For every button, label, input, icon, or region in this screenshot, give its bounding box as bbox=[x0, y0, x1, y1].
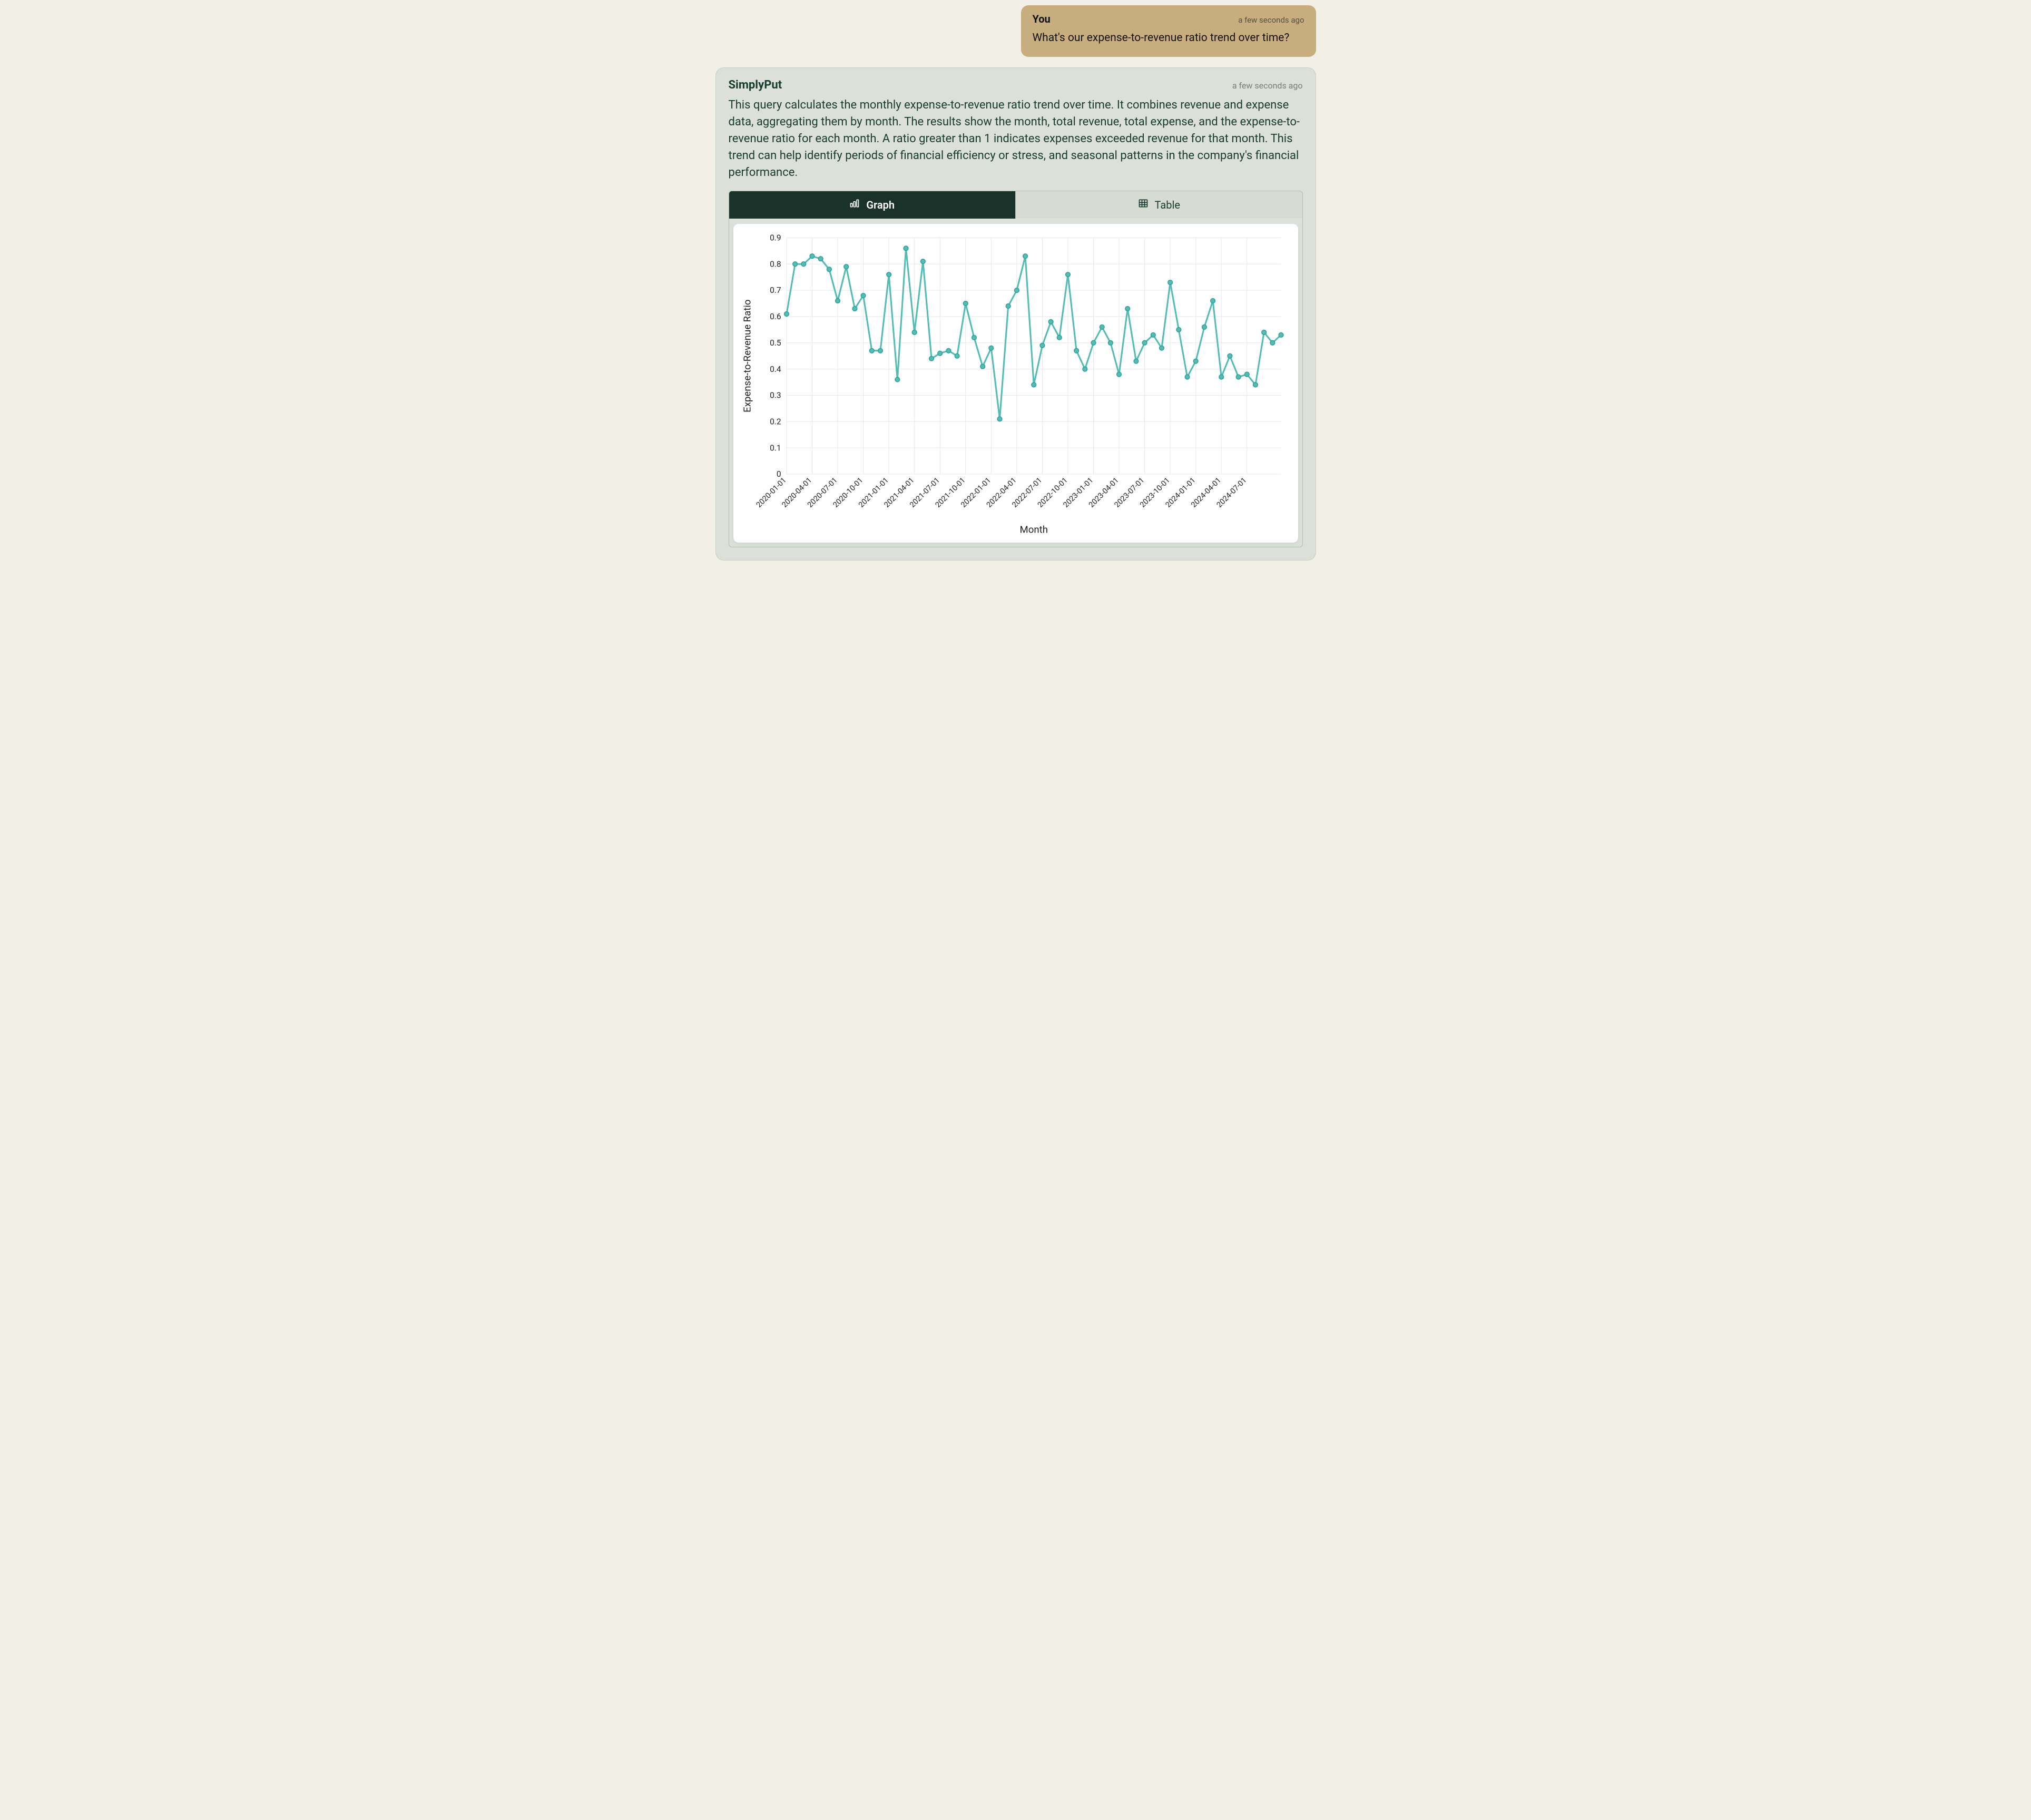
assistant-author: SimplyPut bbox=[729, 78, 782, 92]
user-timestamp: a few seconds ago bbox=[1238, 15, 1304, 25]
user-message-text: What's our expense-to-revenue ratio tren… bbox=[1033, 31, 1304, 45]
svg-text:0.6: 0.6 bbox=[770, 312, 781, 321]
svg-text:Month: Month bbox=[1019, 524, 1047, 535]
svg-text:Expense-to-Revenue Ratio: Expense-to-Revenue Ratio bbox=[741, 299, 753, 412]
assistant-timestamp: a few seconds ago bbox=[1232, 81, 1303, 91]
user-author: You bbox=[1033, 13, 1051, 25]
svg-text:0.3: 0.3 bbox=[770, 390, 781, 400]
svg-text:0.9: 0.9 bbox=[770, 233, 781, 242]
tabs-row: Graph Table bbox=[729, 191, 1302, 219]
tab-graph-label: Graph bbox=[866, 199, 895, 211]
line-chart: 00.10.20.30.40.50.60.70.80.92020-01-0120… bbox=[739, 231, 1289, 536]
svg-text:0.2: 0.2 bbox=[770, 417, 781, 426]
svg-text:0.7: 0.7 bbox=[770, 286, 781, 295]
user-message-row: You a few seconds ago What's our expense… bbox=[715, 5, 1316, 57]
tab-graph[interactable]: Graph bbox=[729, 191, 1016, 219]
table-icon bbox=[1138, 198, 1149, 211]
assistant-card: SimplyPut a few seconds ago This query c… bbox=[715, 67, 1316, 560]
user-message-bubble: You a few seconds ago What's our expense… bbox=[1021, 5, 1316, 57]
svg-text:0.1: 0.1 bbox=[770, 443, 781, 452]
svg-text:0.8: 0.8 bbox=[770, 259, 781, 269]
tab-table-label: Table bbox=[1155, 199, 1180, 211]
chart-container: 00.10.20.30.40.50.60.70.80.92020-01-0120… bbox=[733, 224, 1298, 543]
svg-text:0.4: 0.4 bbox=[770, 365, 781, 374]
assistant-description: This query calculates the monthly expens… bbox=[729, 97, 1303, 181]
tab-table[interactable]: Table bbox=[1015, 191, 1302, 219]
result-frame: Graph Table 00.10 bbox=[729, 191, 1303, 547]
svg-text:0.5: 0.5 bbox=[770, 338, 781, 348]
bar-chart-icon bbox=[849, 198, 860, 211]
